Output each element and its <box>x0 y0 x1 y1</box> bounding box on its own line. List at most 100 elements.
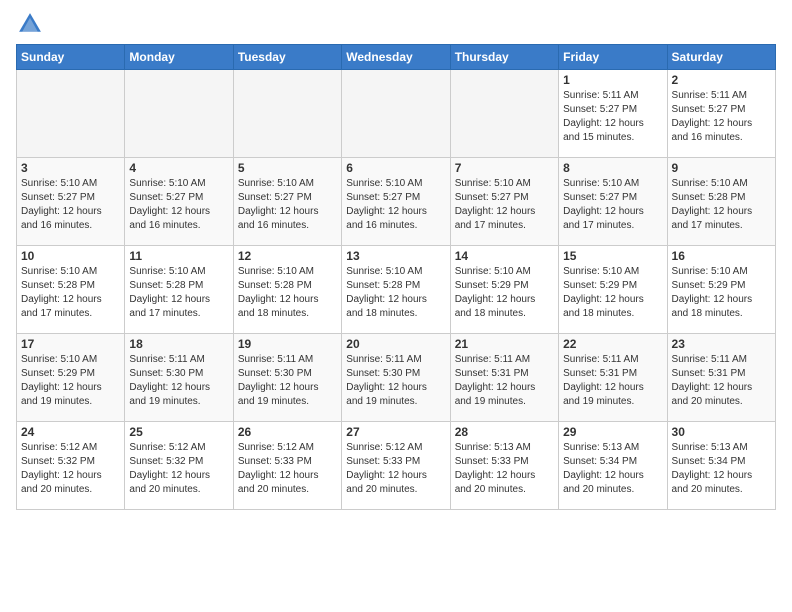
day-info: Sunrise: 5:10 AM Sunset: 5:29 PM Dayligh… <box>672 265 771 321</box>
calendar-cell: 16 Sunrise: 5:10 AM Sunset: 5:29 PM Dayli… <box>667 246 775 334</box>
calendar-cell: 22 Sunrise: 5:11 AM Sunset: 5:31 PM Dayli… <box>559 334 667 422</box>
day-number: 27 <box>346 425 445 439</box>
day-number: 1 <box>563 73 662 87</box>
day-number: 17 <box>21 337 120 351</box>
calendar-cell: 13 Sunrise: 5:10 AM Sunset: 5:28 PM Dayli… <box>342 246 450 334</box>
day-info: Sunrise: 5:11 AM Sunset: 5:30 PM Dayligh… <box>346 353 445 409</box>
day-info: Sunrise: 5:11 AM Sunset: 5:31 PM Dayligh… <box>563 353 662 409</box>
day-info: Sunrise: 5:12 AM Sunset: 5:32 PM Dayligh… <box>21 441 120 497</box>
calendar-cell: 15Sunrise: 5:10 AM Sunset: 5:29 PM Dayli… <box>559 246 667 334</box>
day-info: Sunrise: 5:11 AM Sunset: 5:30 PM Dayligh… <box>238 353 337 409</box>
calendar-week-4: 24Sunrise: 5:12 AM Sunset: 5:32 PM Dayli… <box>17 422 776 510</box>
weekday-header-saturday: Saturday <box>667 45 775 70</box>
day-number: 4 <box>129 161 228 175</box>
day-info: Sunrise: 5:12 AM Sunset: 5:33 PM Dayligh… <box>346 441 445 497</box>
day-info: Sunrise: 5:11 AM Sunset: 5:31 PM Dayligh… <box>672 353 771 409</box>
day-number: 10 <box>21 249 120 263</box>
calendar-cell: 21 Sunrise: 5:11 AM Sunset: 5:31 PM Dayli… <box>450 334 558 422</box>
day-info: Sunrise: 5:11 AM Sunset: 5:27 PM Dayligh… <box>672 89 771 145</box>
calendar-cell <box>17 70 125 158</box>
day-number: 22 <box>563 337 662 351</box>
calendar-cell: 17 Sunrise: 5:10 AM Sunset: 5:29 PM Dayli… <box>17 334 125 422</box>
calendar-week-3: 17 Sunrise: 5:10 AM Sunset: 5:29 PM Dayli… <box>17 334 776 422</box>
header <box>16 10 776 38</box>
calendar-cell: 20 Sunrise: 5:11 AM Sunset: 5:30 PM Dayli… <box>342 334 450 422</box>
day-number: 29 <box>563 425 662 439</box>
calendar-cell: 10 Sunrise: 5:10 AM Sunset: 5:28 PM Dayli… <box>17 246 125 334</box>
day-number: 12 <box>238 249 337 263</box>
day-number: 18 <box>129 337 228 351</box>
calendar-cell: 28 Sunrise: 5:13 AM Sunset: 5:33 PM Dayli… <box>450 422 558 510</box>
calendar-week-1: 3 Sunrise: 5:10 AM Sunset: 5:27 PM Daylig… <box>17 158 776 246</box>
calendar-week-2: 10 Sunrise: 5:10 AM Sunset: 5:28 PM Dayli… <box>17 246 776 334</box>
calendar-cell: 19Sunrise: 5:11 AM Sunset: 5:30 PM Dayli… <box>233 334 341 422</box>
weekday-header-sunday: Sunday <box>17 45 125 70</box>
calendar-cell: 12 Sunrise: 5:10 AM Sunset: 5:28 PM Dayli… <box>233 246 341 334</box>
day-info: Sunrise: 5:10 AM Sunset: 5:27 PM Dayligh… <box>21 177 120 233</box>
day-number: 30 <box>672 425 771 439</box>
calendar-cell <box>125 70 233 158</box>
day-number: 28 <box>455 425 554 439</box>
page: SundayMondayTuesdayWednesdayThursdayFrid… <box>0 0 792 612</box>
weekday-header-friday: Friday <box>559 45 667 70</box>
calendar-week-0: 1 Sunrise: 5:11 AM Sunset: 5:27 PM Daylig… <box>17 70 776 158</box>
calendar-cell: 3 Sunrise: 5:10 AM Sunset: 5:27 PM Daylig… <box>17 158 125 246</box>
weekday-header-thursday: Thursday <box>450 45 558 70</box>
day-number: 6 <box>346 161 445 175</box>
calendar-cell: 7Sunrise: 5:10 AM Sunset: 5:27 PM Daylig… <box>450 158 558 246</box>
day-number: 25 <box>129 425 228 439</box>
weekday-header-monday: Monday <box>125 45 233 70</box>
logo <box>16 10 46 38</box>
day-number: 7 <box>455 161 554 175</box>
logo-icon <box>16 10 44 38</box>
day-info: Sunrise: 5:10 AM Sunset: 5:27 PM Dayligh… <box>346 177 445 233</box>
calendar-cell: 25 Sunrise: 5:12 AM Sunset: 5:32 PM Dayli… <box>125 422 233 510</box>
day-info: Sunrise: 5:10 AM Sunset: 5:28 PM Dayligh… <box>238 265 337 321</box>
calendar-cell: 18 Sunrise: 5:11 AM Sunset: 5:30 PM Dayli… <box>125 334 233 422</box>
weekday-header-wednesday: Wednesday <box>342 45 450 70</box>
day-info: Sunrise: 5:12 AM Sunset: 5:32 PM Dayligh… <box>129 441 228 497</box>
day-number: 14 <box>455 249 554 263</box>
calendar-cell: 30Sunrise: 5:13 AM Sunset: 5:34 PM Dayli… <box>667 422 775 510</box>
calendar-cell: 4 Sunrise: 5:10 AM Sunset: 5:27 PM Daylig… <box>125 158 233 246</box>
day-info: Sunrise: 5:13 AM Sunset: 5:33 PM Dayligh… <box>455 441 554 497</box>
day-number: 21 <box>455 337 554 351</box>
calendar-cell: 11Sunrise: 5:10 AM Sunset: 5:28 PM Dayli… <box>125 246 233 334</box>
calendar-cell: 29 Sunrise: 5:13 AM Sunset: 5:34 PM Dayli… <box>559 422 667 510</box>
calendar-cell <box>233 70 341 158</box>
day-number: 2 <box>672 73 771 87</box>
calendar-cell: 24Sunrise: 5:12 AM Sunset: 5:32 PM Dayli… <box>17 422 125 510</box>
day-number: 5 <box>238 161 337 175</box>
day-info: Sunrise: 5:11 AM Sunset: 5:27 PM Dayligh… <box>563 89 662 145</box>
calendar-cell: 27 Sunrise: 5:12 AM Sunset: 5:33 PM Dayli… <box>342 422 450 510</box>
calendar-cell: 26Sunrise: 5:12 AM Sunset: 5:33 PM Dayli… <box>233 422 341 510</box>
day-info: Sunrise: 5:10 AM Sunset: 5:27 PM Dayligh… <box>563 177 662 233</box>
day-info: Sunrise: 5:10 AM Sunset: 5:28 PM Dayligh… <box>672 177 771 233</box>
day-number: 20 <box>346 337 445 351</box>
day-info: Sunrise: 5:12 AM Sunset: 5:33 PM Dayligh… <box>238 441 337 497</box>
calendar-table: SundayMondayTuesdayWednesdayThursdayFrid… <box>16 44 776 510</box>
day-info: Sunrise: 5:10 AM Sunset: 5:27 PM Dayligh… <box>129 177 228 233</box>
day-info: Sunrise: 5:13 AM Sunset: 5:34 PM Dayligh… <box>563 441 662 497</box>
calendar-cell: 14 Sunrise: 5:10 AM Sunset: 5:29 PM Dayli… <box>450 246 558 334</box>
day-number: 13 <box>346 249 445 263</box>
day-info: Sunrise: 5:10 AM Sunset: 5:28 PM Dayligh… <box>346 265 445 321</box>
day-info: Sunrise: 5:11 AM Sunset: 5:31 PM Dayligh… <box>455 353 554 409</box>
day-info: Sunrise: 5:10 AM Sunset: 5:28 PM Dayligh… <box>21 265 120 321</box>
day-info: Sunrise: 5:10 AM Sunset: 5:27 PM Dayligh… <box>238 177 337 233</box>
calendar-cell: 8 Sunrise: 5:10 AM Sunset: 5:27 PM Daylig… <box>559 158 667 246</box>
calendar-header-row: SundayMondayTuesdayWednesdayThursdayFrid… <box>17 45 776 70</box>
calendar-cell: 23Sunrise: 5:11 AM Sunset: 5:31 PM Dayli… <box>667 334 775 422</box>
day-info: Sunrise: 5:10 AM Sunset: 5:29 PM Dayligh… <box>21 353 120 409</box>
day-info: Sunrise: 5:10 AM Sunset: 5:29 PM Dayligh… <box>455 265 554 321</box>
day-info: Sunrise: 5:11 AM Sunset: 5:30 PM Dayligh… <box>129 353 228 409</box>
day-number: 3 <box>21 161 120 175</box>
day-info: Sunrise: 5:10 AM Sunset: 5:29 PM Dayligh… <box>563 265 662 321</box>
day-number: 16 <box>672 249 771 263</box>
calendar-cell: 6 Sunrise: 5:10 AM Sunset: 5:27 PM Daylig… <box>342 158 450 246</box>
calendar-cell <box>450 70 558 158</box>
calendar-cell: 1 Sunrise: 5:11 AM Sunset: 5:27 PM Daylig… <box>559 70 667 158</box>
calendar-cell: 5 Sunrise: 5:10 AM Sunset: 5:27 PM Daylig… <box>233 158 341 246</box>
day-number: 8 <box>563 161 662 175</box>
day-number: 9 <box>672 161 771 175</box>
